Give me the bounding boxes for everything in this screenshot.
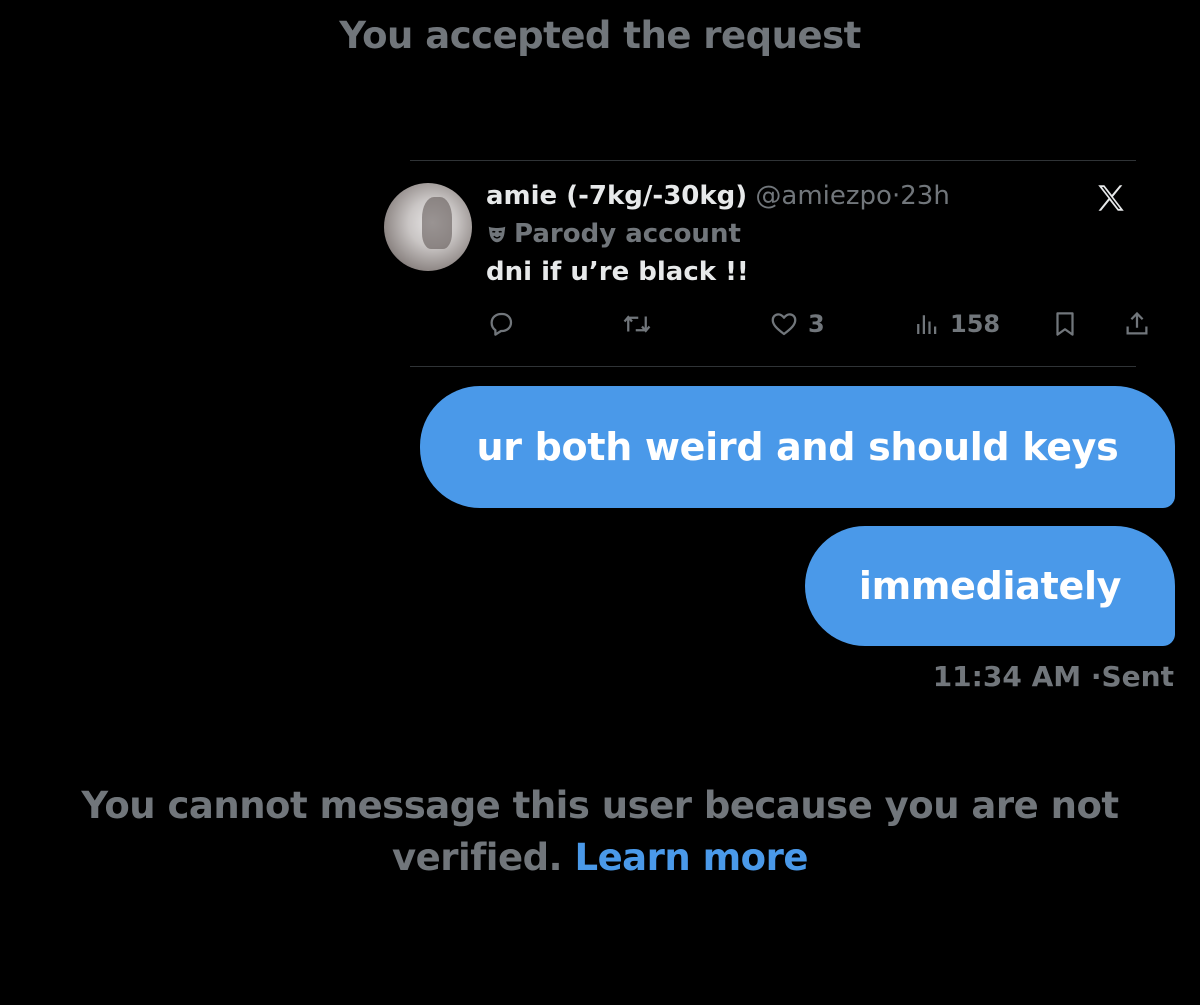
reply-icon	[490, 312, 513, 336]
message-bubble[interactable]: ur both weird and should keys	[420, 386, 1175, 508]
message-bubble[interactable]: immediately	[805, 526, 1175, 646]
request-accepted-note: You accepted the request	[339, 14, 861, 57]
learn-more-link[interactable]: Learn more	[575, 836, 809, 879]
like-button[interactable]: 3	[768, 309, 825, 339]
author-avatar[interactable]	[384, 183, 472, 271]
bookmark-icon	[1056, 312, 1074, 336]
shared-tweet-card[interactable]: amie (-7kg/-30kg) @amiezpo·23h Parody ac…	[384, 160, 1148, 367]
x-logo-icon	[1098, 185, 1124, 211]
tweet-actions: 3 158	[486, 309, 1148, 345]
cannot-message-notice: You cannot message this user because you…	[0, 780, 1200, 884]
like-count: 3	[808, 310, 825, 338]
header-separator: ·	[891, 181, 901, 211]
analytics-icon	[917, 315, 937, 334]
tweet-text: dni if u’re black !!	[486, 257, 749, 287]
message-text: ur both weird and should keys	[476, 425, 1119, 469]
parody-label: Parody account	[514, 219, 741, 249]
message-status: 11:34 AM ·Sent	[933, 660, 1174, 693]
parody-badge: Parody account	[486, 219, 741, 249]
share-button[interactable]	[1122, 309, 1152, 339]
author-name[interactable]: amie (-7kg/-30kg)	[486, 181, 747, 211]
retweet-button[interactable]	[622, 309, 652, 339]
author-handle[interactable]: @amiezpo	[755, 181, 892, 211]
message-sent-status: Sent	[1101, 660, 1174, 693]
tweet-time[interactable]: 23h	[900, 181, 950, 211]
message-time: 11:34 AM	[932, 660, 1082, 693]
message-text: immediately	[858, 564, 1122, 608]
bookmark-button[interactable]	[1050, 309, 1080, 339]
status-separator: ·	[1090, 660, 1102, 693]
parody-mask-icon	[488, 226, 506, 243]
heart-icon	[771, 313, 797, 336]
share-icon	[1126, 311, 1148, 335]
view-count: 158	[950, 310, 1001, 338]
tweet-header: amie (-7kg/-30kg) @amiezpo·23h	[486, 181, 950, 211]
reply-button[interactable]	[486, 309, 516, 339]
views-button[interactable]: 158	[912, 309, 1000, 339]
retweet-icon	[623, 315, 651, 333]
